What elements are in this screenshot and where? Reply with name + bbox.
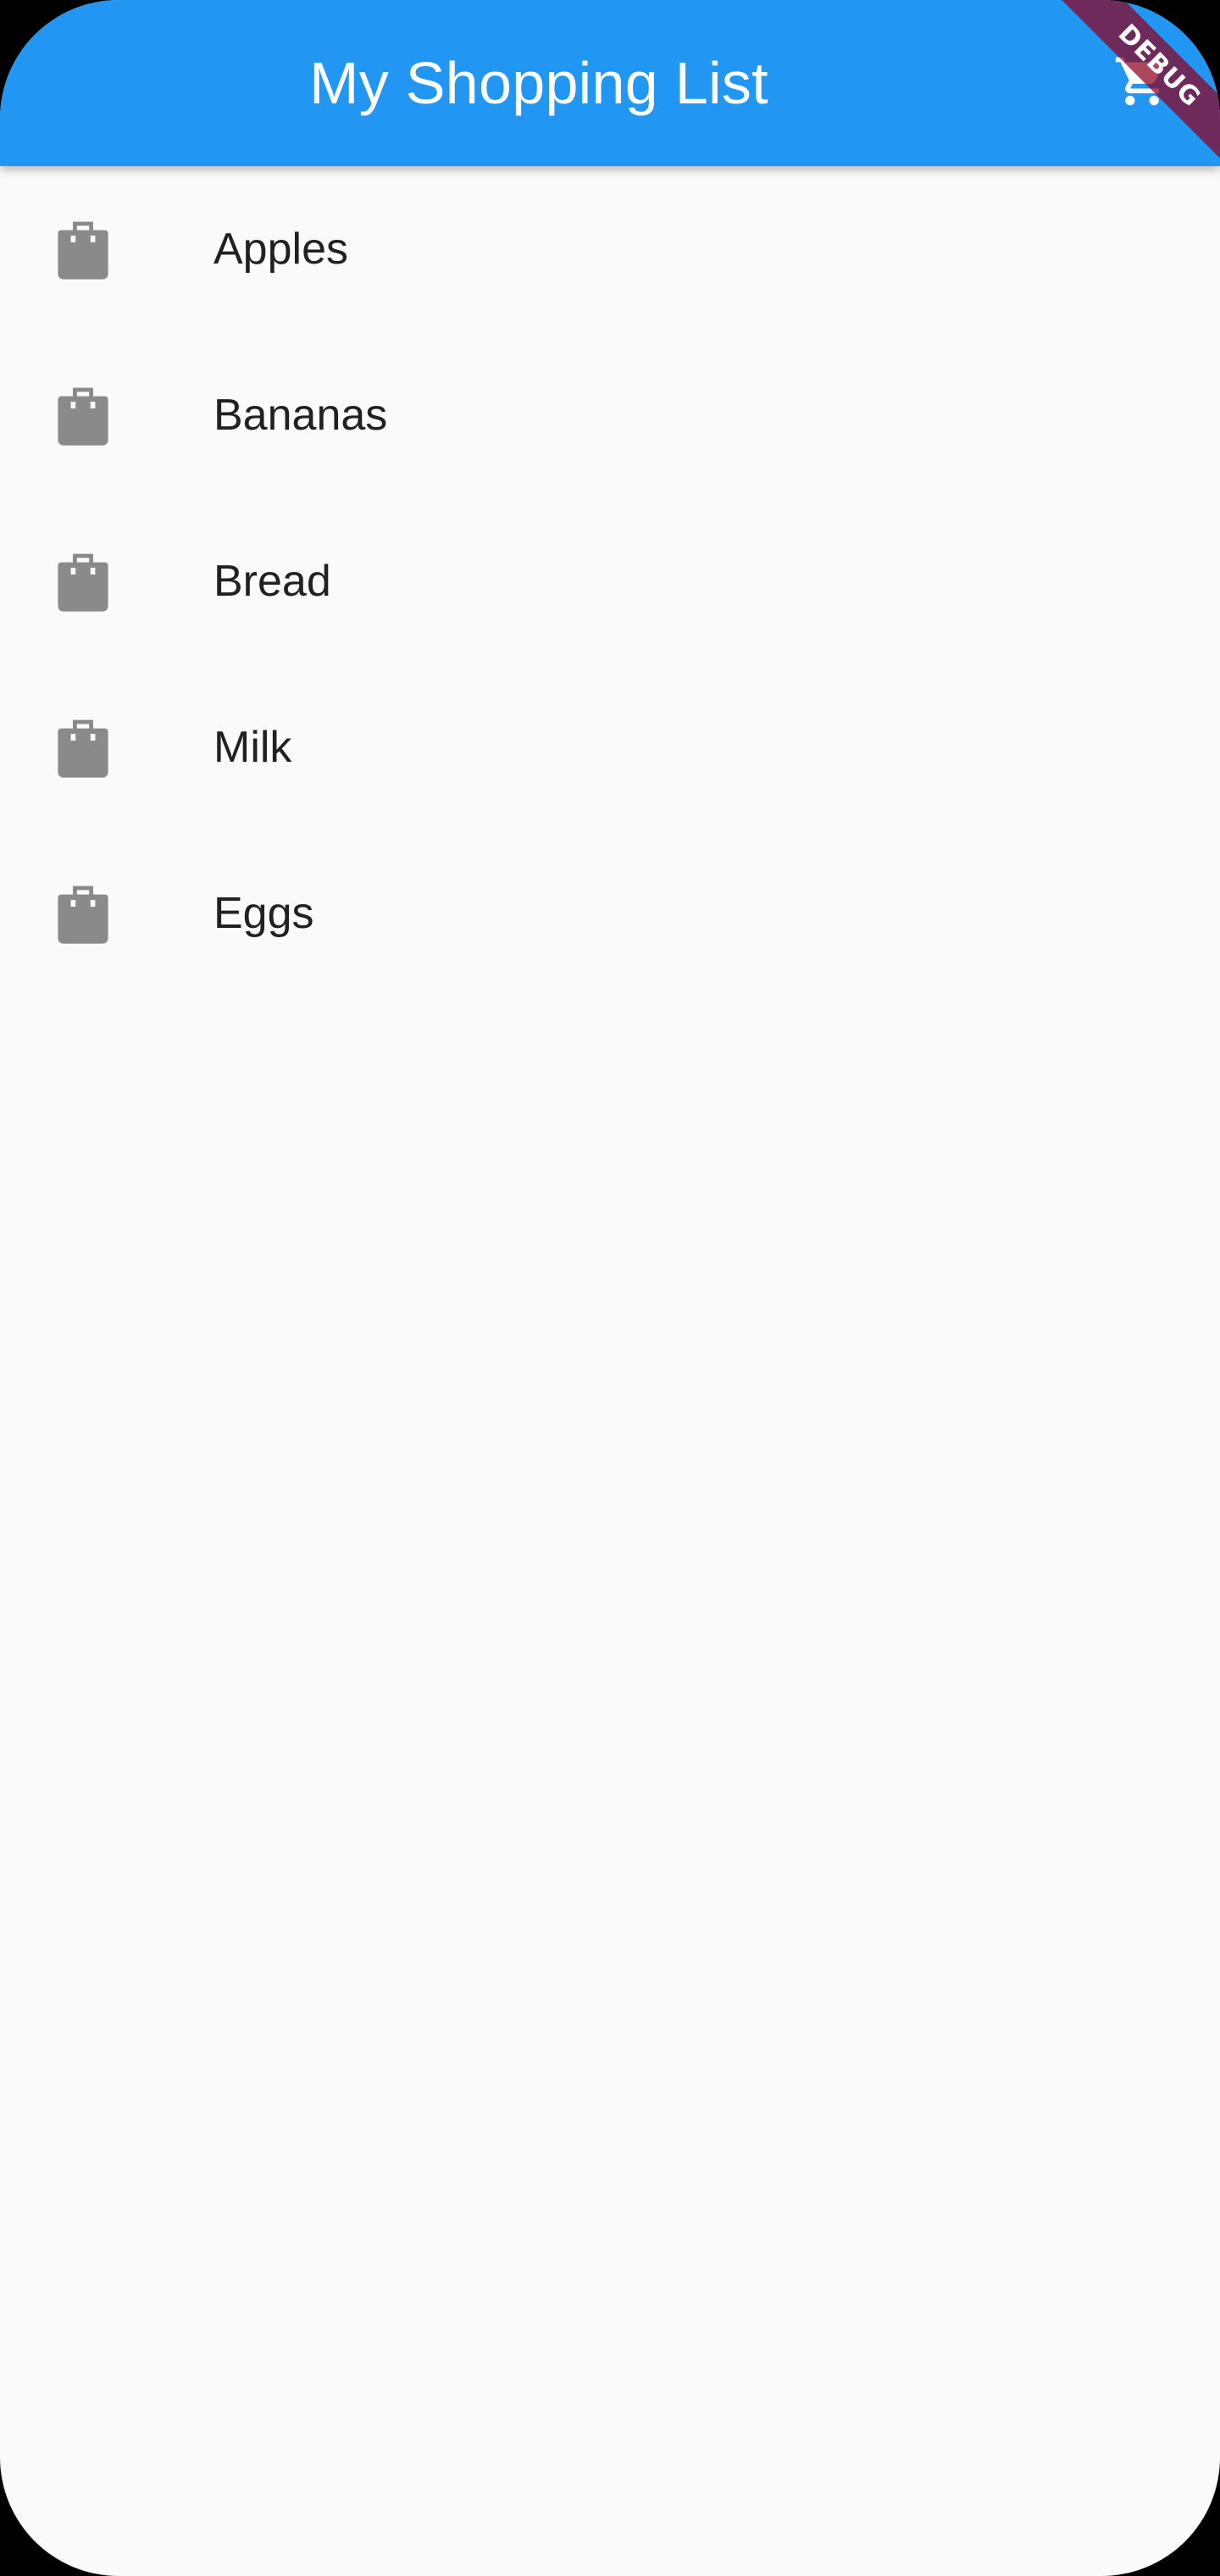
- list-item-label: Bread: [214, 557, 331, 606]
- shopping-bag-icon: [56, 385, 110, 446]
- list-item-label: Bananas: [214, 391, 388, 440]
- shopping-bag-icon: [56, 219, 110, 280]
- shopping-bag-icon: [56, 551, 110, 612]
- list-item[interactable]: Bananas: [0, 332, 1220, 498]
- list-item-label: Eggs: [214, 889, 314, 938]
- app-screen: My Shopping List DEBUG Apples Bananas Br…: [0, 0, 1220, 2576]
- list-item[interactable]: Eggs: [0, 830, 1220, 997]
- list-item[interactable]: Apples: [0, 166, 1220, 332]
- list-item-label: Milk: [214, 723, 292, 772]
- app-bar: My Shopping List: [0, 0, 1220, 166]
- shopping-bag-icon: [56, 883, 110, 944]
- list-item-label: Apples: [214, 225, 348, 274]
- list-item[interactable]: Bread: [0, 498, 1220, 664]
- page-title: My Shopping List: [309, 50, 768, 116]
- shopping-list: Apples Bananas Bread Milk Eggs: [0, 166, 1220, 997]
- list-item[interactable]: Milk: [0, 664, 1220, 830]
- shopping-bag-icon: [56, 717, 110, 778]
